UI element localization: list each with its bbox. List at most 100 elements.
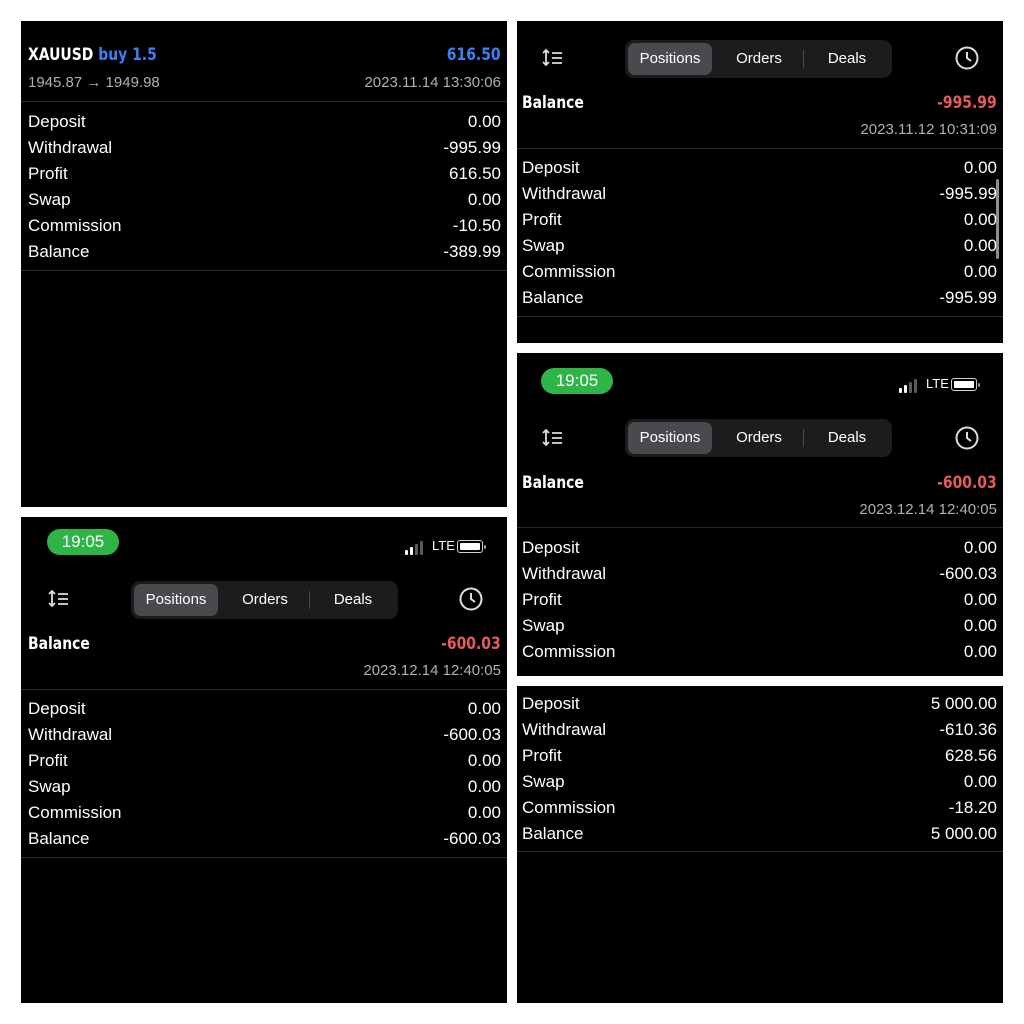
clock-history-icon[interactable] [954,45,980,76]
tab-deals[interactable]: Deals [311,584,395,616]
tab-orders[interactable]: Orders [221,584,309,616]
row-label: Withdrawal [28,725,113,744]
row-value: 0.00 [963,210,997,229]
balance-heading: Balance [28,634,90,654]
row-label: Swap [28,190,71,209]
sort-icon[interactable] [541,48,565,73]
tab-divider [803,50,804,68]
divider [21,101,507,102]
tab-positions[interactable]: Positions [628,43,712,75]
balance-heading: Balance [522,93,584,113]
clock-history-icon[interactable] [458,586,484,617]
status-indicators: LTE [405,538,495,555]
balance-timestamp: 2023.11.12 10:31:09 [860,121,997,138]
tab-divider [803,429,804,447]
divider [21,689,507,690]
row-value: 0.00 [963,772,997,791]
tab-positions[interactable]: Positions [134,584,218,616]
row-withdrawal: Withdrawal -600.03 [28,722,501,748]
row-profit: Profit 0.00 [28,748,501,774]
row-value: -995.99 [939,288,997,307]
network-label: LTE [432,538,455,553]
row-swap: Swap 0.00 [522,613,997,639]
tab-deals[interactable]: Deals [805,43,889,75]
deal-detail-panel: XAUUSD buy 1.5 616.50 1945.87 → 1949.98 … [21,21,507,507]
row-balance: Balance 5 000.00 [522,821,997,847]
row-value: -389.99 [443,242,501,261]
row-swap: Swap 0.00 [522,233,997,259]
row-value: 616.50 [449,164,501,183]
row-value: 0.00 [467,112,501,131]
tab-orders[interactable]: Orders [715,422,803,454]
tab-orders[interactable]: Orders [715,43,803,75]
row-label: Swap [28,777,71,796]
account-summary-panel: Deposit 5 000.00 Withdrawal -610.36 Profit… [517,686,1003,1003]
row-value: 5 000.00 [930,694,997,713]
row-value: -18.20 [948,798,997,817]
row-value: -995.99 [939,184,997,203]
row-swap: Swap 0.00 [28,774,501,800]
row-value: -610.36 [939,720,997,739]
deal-direction: buy 1.5 [98,45,157,65]
balance-amount: -600.03 [937,473,997,493]
tab-positions[interactable]: Positions [628,422,712,454]
row-value: -600.03 [443,829,501,848]
balance-dec-left-panel: 19:05 LTE Positions Orders Deals Balance… [21,517,507,1003]
tab-deals[interactable]: Deals [805,422,889,454]
balance-summary-list: Deposit 0.00 Withdrawal -600.03 Profit 0.00… [28,696,501,852]
battery-icon [951,378,980,391]
row-withdrawal: Withdrawal -995.99 [522,181,997,207]
divider [517,527,1003,528]
row-label: Swap [522,616,565,635]
balance-heading: Balance [522,473,584,493]
deal-timestamp: 2023.11.14 13:30:06 [364,74,501,91]
row-value: 0.00 [963,642,997,661]
balance-dec-right-panel: 19:05 LTE Positions Orders Deals Balance… [517,353,1003,676]
row-label: Deposit [28,112,86,131]
row-label: Withdrawal [522,564,607,583]
row-label: Profit [522,210,562,229]
row-label: Balance [522,288,584,307]
row-commission: Commission 0.00 [522,259,997,285]
divider [21,857,507,858]
sort-icon[interactable] [541,428,565,453]
row-label: Profit [28,751,68,770]
balance-summary-list: Deposit 0.00 Withdrawal -600.03 Profit 0.00… [522,535,997,665]
row-label: Profit [522,746,562,765]
row-label: Swap [522,772,565,791]
row-label: Withdrawal [522,720,607,739]
network-label: LTE [926,376,949,391]
row-value: 0.00 [467,777,501,796]
row-label: Withdrawal [28,138,113,157]
tabs-segmented-control: Positions Orders Deals [625,40,892,78]
row-label: Balance [28,829,90,848]
row-value: -600.03 [443,725,501,744]
row-label: Balance [28,242,90,261]
row-profit: Profit 628.56 [522,743,997,769]
row-commission: Commission 0.00 [28,800,501,826]
row-swap: Swap 0.00 [522,769,997,795]
deal-price-path: 1945.87 → 1949.98 [28,74,160,91]
row-withdrawal: Withdrawal -995.99 [28,135,501,161]
row-label: Profit [28,164,68,183]
balance-amount: -600.03 [441,634,501,654]
row-commission: Commission 0.00 [522,639,997,665]
row-label: Withdrawal [522,184,607,203]
row-deposit: Deposit 5 000.00 [522,691,997,717]
row-balance: Balance -600.03 [28,826,501,852]
row-label: Swap [522,236,565,255]
row-value: 0.00 [467,803,501,822]
row-value: 5 000.00 [930,824,997,843]
row-label: Profit [522,590,562,609]
row-value: 0.00 [963,590,997,609]
status-clock: 19:05 [541,368,613,394]
row-label: Commission [522,642,616,661]
deal-summary-list: Deposit 0.00 Withdrawal -995.99 Profit 616.… [28,109,501,265]
clock-history-icon[interactable] [954,425,980,456]
row-value: 0.00 [963,616,997,635]
status-clock: 19:05 [47,529,119,555]
sort-icon[interactable] [47,589,71,614]
row-profit: Profit 0.00 [522,587,997,613]
row-label: Deposit [28,699,86,718]
scrollbar[interactable] [996,179,999,259]
